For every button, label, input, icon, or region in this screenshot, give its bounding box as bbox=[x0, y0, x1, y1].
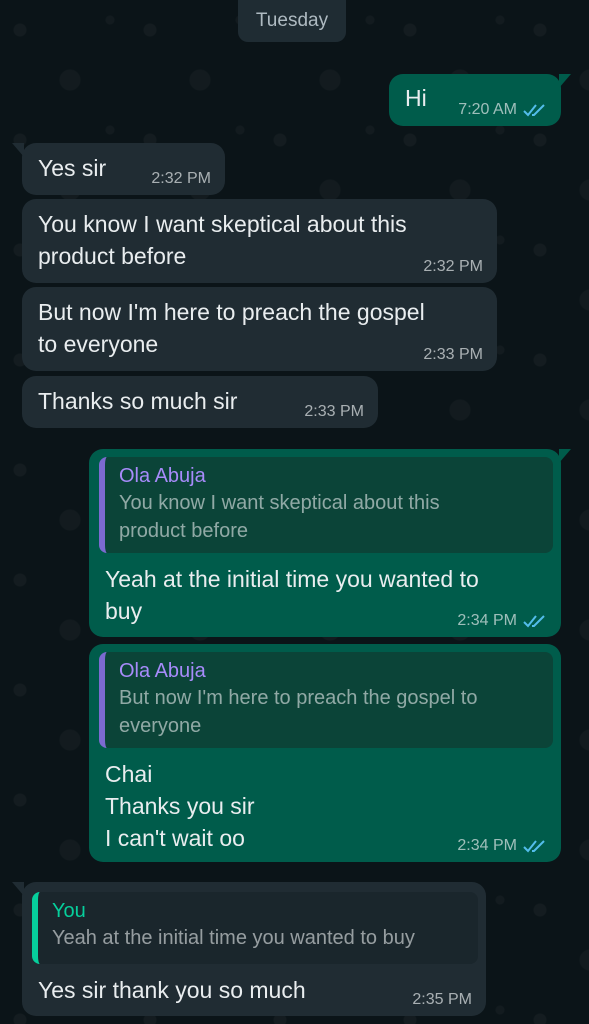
quoted-message[interactable]: Ola Abuja But now I'm here to preach the… bbox=[99, 652, 553, 748]
quoted-author: Ola Abuja bbox=[119, 660, 206, 682]
quoted-text: You know I want skeptical about this pro… bbox=[119, 492, 440, 542]
double-check-icon bbox=[523, 840, 545, 853]
quoted-message[interactable]: You Yeah at the initial time you wanted … bbox=[32, 892, 478, 964]
message-time: 2:33 PM bbox=[304, 403, 364, 420]
message-meta: 2:34 PM bbox=[457, 611, 547, 631]
message-meta: 2:34 PM bbox=[457, 836, 547, 856]
outgoing-reply-message[interactable]: Ola Abuja But now I'm here to preach the… bbox=[89, 644, 561, 862]
outgoing-reply-message[interactable]: Ola Abuja You know I want skeptical abou… bbox=[89, 449, 571, 637]
message-time: 2:35 PM bbox=[412, 991, 472, 1008]
incoming-reply-message[interactable]: You Yeah at the initial time you wanted … bbox=[12, 882, 486, 1016]
double-check-icon bbox=[523, 615, 545, 628]
quoted-author: You bbox=[52, 900, 86, 922]
message-time: 2:34 PM bbox=[457, 837, 517, 854]
date-separator: Tuesday bbox=[238, 0, 346, 42]
message-time: 2:32 PM bbox=[151, 170, 211, 187]
quoted-author: Ola Abuja bbox=[119, 465, 206, 487]
message-time: 7:20 AM bbox=[458, 101, 517, 118]
quoted-text: Yeah at the initial time you wanted to b… bbox=[52, 927, 415, 949]
double-check-icon bbox=[523, 104, 545, 117]
message-time: 2:34 PM bbox=[457, 612, 517, 629]
incoming-message[interactable]: Thanks so much sir 2:33 PM bbox=[22, 376, 378, 428]
message-text: You know I want skeptical about this pro… bbox=[38, 211, 407, 269]
incoming-message[interactable]: Yes sir 2:32 PM bbox=[12, 143, 225, 195]
message-meta: 7:20 AM bbox=[458, 100, 547, 120]
message-text: Yes sir thank you so much bbox=[38, 977, 306, 1003]
incoming-message[interactable]: You know I want skeptical about this pro… bbox=[22, 199, 497, 283]
incoming-message[interactable]: But now I'm here to preach the gospel to… bbox=[22, 287, 497, 371]
quoted-message[interactable]: Ola Abuja You know I want skeptical abou… bbox=[99, 457, 553, 553]
message-time: 2:32 PM bbox=[423, 258, 483, 275]
outgoing-message[interactable]: Hi 7:20 AM bbox=[389, 74, 571, 126]
message-time: 2:33 PM bbox=[423, 346, 483, 363]
message-text: But now I'm here to preach the gospel to… bbox=[38, 299, 425, 357]
quoted-text: But now I'm here to preach the gospel to… bbox=[119, 687, 478, 737]
